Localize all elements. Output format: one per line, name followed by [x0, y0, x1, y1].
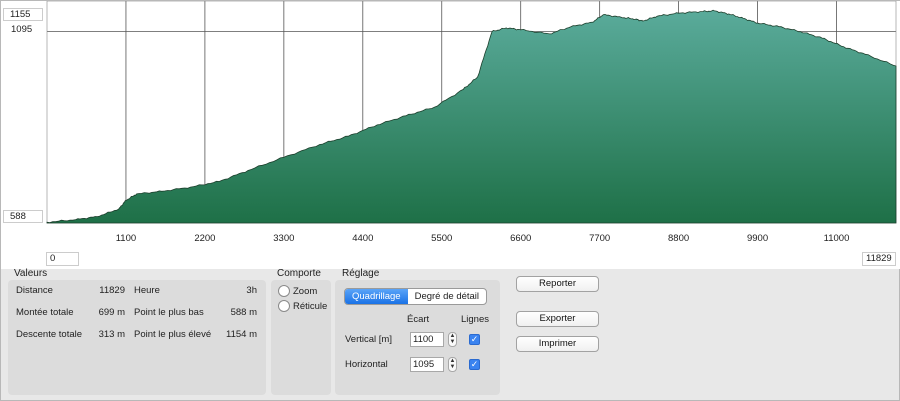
tab-grid[interactable]: Quadrillage	[345, 289, 408, 304]
values-panel: Distance 11829 Heure 3h Montée totale 69…	[8, 280, 266, 395]
crosshair-radio-label: Réticule	[293, 300, 328, 312]
time-label: Heure	[134, 285, 160, 296]
vertical-stepper-icon[interactable]: ▲ ▼	[448, 332, 457, 347]
x-tick-label-11000: 11000	[824, 233, 850, 244]
x-tick-label-6600: 6600	[510, 233, 531, 244]
y-grid-label: 1095	[11, 24, 33, 35]
settings-tabs: Quadrillage Degré de détail	[344, 288, 488, 305]
horizontal-stepper-icon[interactable]: ▲ ▼	[448, 357, 457, 372]
vertical-label: Vertical [m]	[345, 334, 392, 345]
tab-detail-level[interactable]: Degré de détail	[408, 289, 486, 304]
x-tick-label-7700: 7700	[589, 233, 610, 244]
elevation-profile-svg: 1100 2200 3300 4400 5500 6600 7700 8800 9900 1100…	[46, 1, 897, 244]
lowest-point-label: Point le plus bas	[134, 307, 204, 318]
elevation-chart[interactable]: 1100 2200 3300 4400 5500 6600 7700 8800 9900 1100…	[1, 1, 900, 269]
x-tick-label-3300: 3300	[273, 233, 294, 244]
behavior-title: Comporte	[277, 268, 321, 279]
distance-value: 11829	[99, 285, 125, 296]
horizontal-lines-checkbox[interactable]: ✓	[469, 359, 480, 370]
horizontal-spacing-input[interactable]: 1095	[410, 357, 444, 372]
y-axis-max-label: 1155	[3, 8, 43, 21]
elevation-profile-window: 1100 2200 3300 4400 5500 6600 7700 8800 9900 1100…	[0, 0, 900, 401]
report-button[interactable]: Reporter	[516, 276, 599, 292]
y-axis-min-label: 588	[3, 210, 43, 223]
x-tick-labels: 1100 2200 3300 4400 5500 6600 7700 8800 9900 1100…	[116, 233, 850, 244]
distance-label: Distance	[16, 285, 53, 296]
total-ascent-label: Montée totale	[16, 307, 74, 318]
crosshair-radio-option[interactable]: Réticule	[278, 300, 327, 312]
zoom-radio[interactable]	[278, 285, 290, 297]
total-ascent-value: 699 m	[98, 307, 125, 318]
x-tick-label-2200: 2200	[194, 233, 215, 244]
zoom-radio-label: Zoom	[293, 285, 318, 297]
x-tick-label-1100: 1100	[116, 233, 136, 244]
x-tick-label-9900: 9900	[747, 233, 768, 244]
vertical-spacing-input[interactable]: 1100	[410, 332, 444, 347]
behavior-panel: Zoom Réticule	[271, 280, 331, 395]
print-button[interactable]: Imprimer	[516, 336, 599, 352]
crosshair-radio[interactable]	[278, 300, 290, 312]
elevation-area	[46, 9, 897, 224]
vertical-lines-checkbox[interactable]: ✓	[469, 334, 480, 345]
values-title: Valeurs	[14, 268, 48, 279]
x-tick-label-8800: 8800	[668, 233, 689, 244]
export-button[interactable]: Exporter	[516, 311, 599, 327]
horizontal-label: Horizontal	[345, 359, 388, 370]
spacing-column-header: Écart	[407, 314, 430, 325]
highest-point-label: Point le plus élevé	[134, 329, 212, 340]
lowest-point-value: 588 m	[230, 307, 257, 318]
total-descent-label: Descente totale	[16, 329, 83, 340]
x-tick-label-5500: 5500	[431, 233, 452, 244]
total-descent-value: 313 m	[98, 329, 125, 340]
lines-column-header: Lignes	[461, 314, 489, 325]
zoom-radio-option[interactable]: Zoom	[278, 285, 317, 297]
settings-panel: Quadrillage Degré de détail Écart Lignes…	[335, 280, 500, 395]
x-tick-label-4400: 4400	[352, 233, 373, 244]
x-axis-end-field[interactable]: 11829	[862, 252, 896, 266]
highest-point-value: 1154 m	[226, 329, 257, 340]
settings-title: Réglage	[342, 268, 380, 279]
time-value: 3h	[246, 285, 257, 296]
x-axis-start-field[interactable]: 0	[46, 252, 79, 266]
